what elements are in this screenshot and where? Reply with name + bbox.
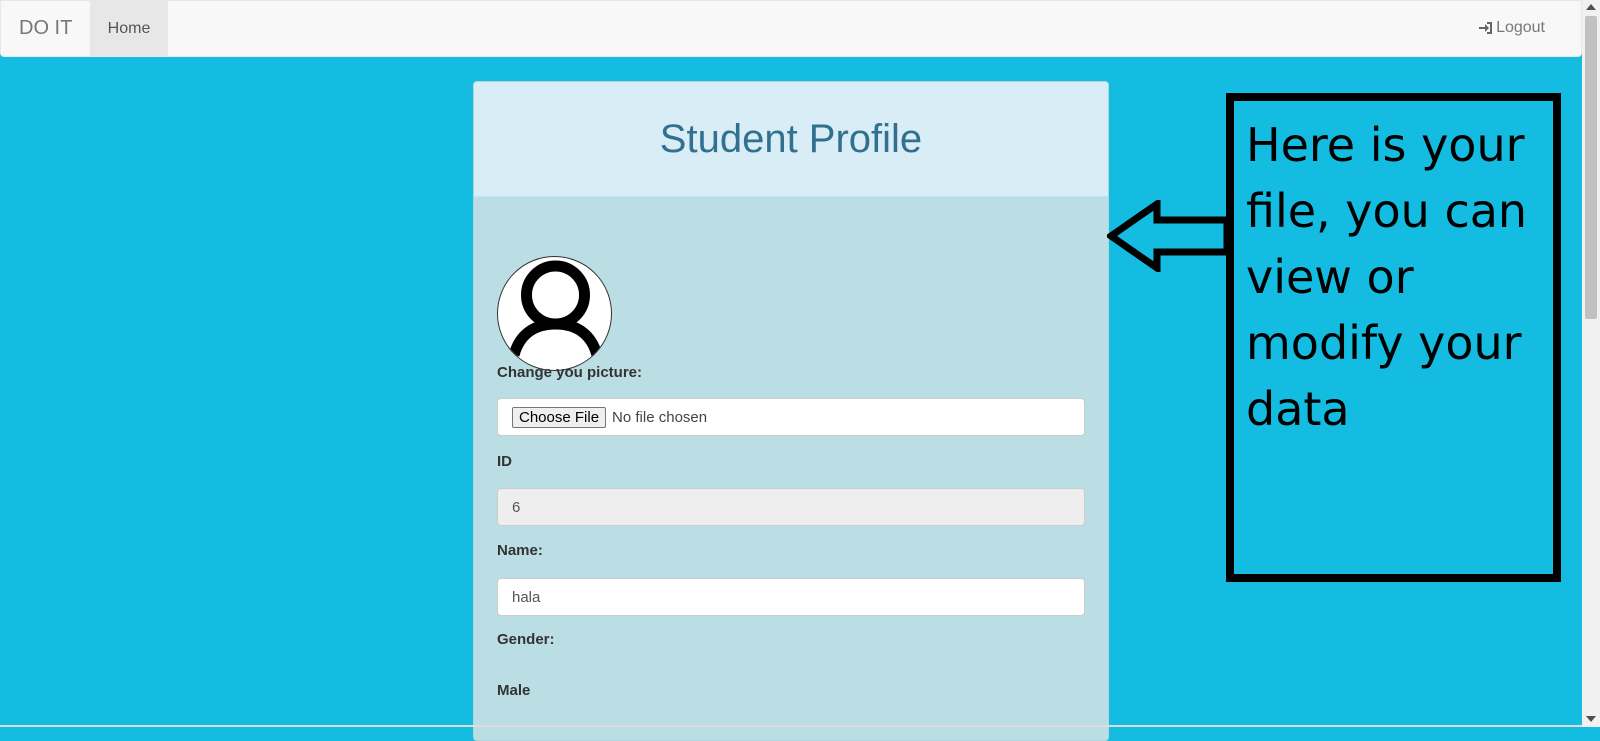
panel-heading: Student Profile [474,82,1108,197]
logout-label: Logout [1496,19,1545,36]
scroll-thumb[interactable] [1585,16,1597,319]
top-navbar: DO IT Home Logout [0,0,1582,57]
page-title: Student Profile [659,116,923,161]
annotation-text: Here is your file, you can view or modif… [1246,118,1528,436]
logout-link[interactable]: Logout [1478,19,1545,37]
student-profile-panel: Student Profile Change you picture: Choo… [473,81,1109,741]
picture-file-input[interactable]: Choose File No file chosen [497,398,1085,436]
vertical-scrollbar[interactable] [1582,0,1600,727]
scroll-down-icon[interactable] [1586,716,1596,722]
name-field[interactable]: hala [497,578,1085,616]
choose-file-button[interactable]: Choose File [512,406,607,428]
picture-label: Change you picture: [497,364,643,381]
logout-icon [1479,22,1493,34]
id-label: ID [497,453,512,470]
scroll-up-icon[interactable] [1586,4,1596,10]
file-status-text: No file chosen [612,408,708,426]
id-field: 6 [497,488,1085,526]
gender-value: Male [497,682,531,699]
user-avatar-icon [497,256,612,371]
nav-home-link[interactable]: Home [90,1,168,57]
name-label: Name: [497,542,543,559]
left-arrow-icon [1107,200,1229,272]
gender-label: Gender: [497,631,555,648]
brand-logo[interactable]: DO IT [19,17,72,40]
